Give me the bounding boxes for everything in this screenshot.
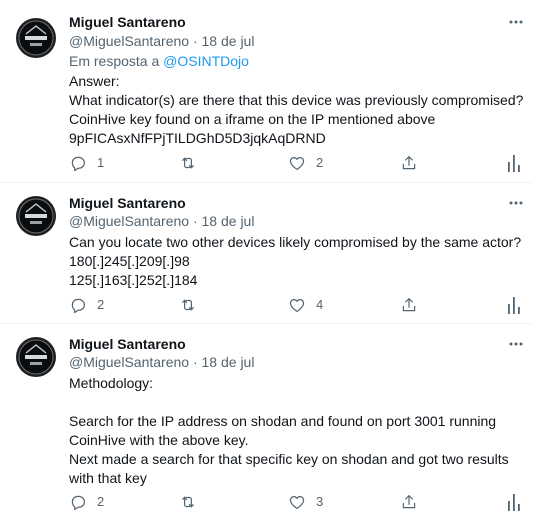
tweet-text-line: Answer: bbox=[69, 73, 120, 89]
heart-icon bbox=[289, 299, 305, 312]
retweet-button[interactable] bbox=[179, 154, 207, 172]
analytics-icon bbox=[508, 155, 520, 172]
tweet[interactable]: Miguel Santareno @MiguelSantareno · 18 d… bbox=[0, 0, 533, 182]
retweet-button[interactable] bbox=[179, 296, 207, 314]
avatar-logo-icon bbox=[16, 196, 56, 236]
avatar-logo-icon bbox=[16, 337, 56, 377]
reply-count: 2 bbox=[97, 297, 105, 312]
share-icon bbox=[402, 156, 416, 170]
heart-icon bbox=[289, 157, 305, 170]
like-count: 4 bbox=[316, 297, 324, 312]
analytics-icon bbox=[508, 494, 520, 511]
reply-button[interactable]: 1 bbox=[69, 154, 104, 172]
retweet-icon bbox=[182, 299, 194, 311]
tweet-text-line: 9pFICAsxNfFPjTILDGhD5D3jqkAqDRND bbox=[69, 130, 326, 146]
meta-separator: · bbox=[192, 354, 198, 370]
more-options-button[interactable] bbox=[506, 195, 526, 211]
reply-count: 1 bbox=[97, 155, 105, 170]
reply-mention-link[interactable]: @OSINTDojo bbox=[163, 53, 249, 69]
reply-bubble-icon bbox=[71, 156, 85, 172]
more-options-button[interactable] bbox=[506, 336, 526, 352]
more-options-button[interactable] bbox=[506, 14, 526, 30]
tweet-meta: @MiguelSantareno · 18 de jul bbox=[69, 353, 254, 371]
tweet-text-line: 125[.]163[.]252[.]184 bbox=[69, 272, 198, 288]
tweet-text-line: Methodology: bbox=[69, 375, 154, 391]
tweet-text-line: Can you locate two other devices likely … bbox=[69, 234, 522, 250]
reply-bubble-icon bbox=[71, 298, 85, 314]
tweet-text: Answer: What indicator(s) are there that… bbox=[69, 72, 524, 148]
tweet-text-line: Search for the IP address on shodan and … bbox=[69, 413, 497, 429]
avatar[interactable] bbox=[16, 337, 56, 377]
author-name[interactable]: Miguel Santareno bbox=[69, 194, 186, 212]
analytics-icon bbox=[508, 297, 520, 314]
analytics-button[interactable] bbox=[507, 296, 521, 314]
tweet-text: Methodology: Search for the IP address o… bbox=[69, 374, 519, 488]
analytics-button[interactable] bbox=[507, 154, 521, 172]
avatar[interactable] bbox=[16, 196, 56, 236]
retweet-button[interactable] bbox=[179, 493, 207, 511]
tweet-text-line: CoinHive with the above key. bbox=[69, 432, 249, 448]
tweet-meta: @MiguelSantareno · 18 de jul bbox=[69, 32, 254, 50]
more-dots-icon bbox=[509, 342, 523, 346]
reply-bubble-icon bbox=[71, 495, 85, 511]
like-count: 3 bbox=[316, 494, 324, 509]
reply-prefix: Em resposta a bbox=[69, 53, 160, 69]
like-button[interactable]: 3 bbox=[288, 493, 323, 511]
analytics-button[interactable] bbox=[507, 493, 521, 511]
tweet-text-line: with that key bbox=[69, 470, 147, 486]
tweet[interactable]: Miguel Santareno @MiguelSantareno · 18 d… bbox=[0, 324, 533, 518]
tweet-date[interactable]: 18 de jul bbox=[202, 33, 255, 49]
reply-button[interactable]: 2 bbox=[69, 296, 104, 314]
share-icon bbox=[402, 298, 416, 312]
tweet-text-line: What indicator(s) are there that this de… bbox=[69, 92, 524, 108]
meta-separator: · bbox=[192, 213, 198, 229]
reply-count: 2 bbox=[97, 494, 105, 509]
like-button[interactable]: 2 bbox=[288, 154, 323, 172]
like-count: 2 bbox=[316, 155, 324, 170]
like-button[interactable]: 4 bbox=[288, 296, 323, 314]
share-button[interactable] bbox=[400, 296, 418, 314]
heart-icon bbox=[289, 496, 305, 509]
tweet[interactable]: Miguel Santareno @MiguelSantareno · 18 d… bbox=[0, 183, 533, 323]
avatar[interactable] bbox=[16, 18, 56, 58]
reply-button[interactable]: 2 bbox=[69, 493, 104, 511]
more-dots-icon bbox=[509, 20, 523, 24]
share-icon bbox=[402, 495, 416, 509]
tweet-text-line: CoinHive key found on a iframe on the IP… bbox=[69, 111, 436, 127]
more-dots-icon bbox=[509, 201, 523, 205]
author-handle[interactable]: @MiguelSantareno bbox=[69, 33, 189, 49]
tweet-text-line bbox=[69, 393, 519, 412]
tweet-date[interactable]: 18 de jul bbox=[202, 354, 255, 370]
avatar-logo-icon bbox=[16, 18, 56, 58]
tweet-text-line: Next made a search for that specific key… bbox=[69, 451, 509, 467]
tweet-text-line: 180[.]245[.]209[.]98 bbox=[69, 253, 190, 269]
author-handle[interactable]: @MiguelSantareno bbox=[69, 213, 189, 229]
tweet-text: Can you locate two other devices likely … bbox=[69, 233, 522, 290]
author-name[interactable]: Miguel Santareno bbox=[69, 13, 186, 31]
tweet-date[interactable]: 18 de jul bbox=[202, 213, 255, 229]
reply-context: Em resposta a @OSINTDojo bbox=[69, 52, 249, 70]
retweet-icon bbox=[182, 157, 194, 169]
author-handle[interactable]: @MiguelSantareno bbox=[69, 354, 189, 370]
meta-separator: · bbox=[192, 33, 198, 49]
author-name[interactable]: Miguel Santareno bbox=[69, 335, 186, 353]
retweet-icon bbox=[182, 496, 194, 508]
share-button[interactable] bbox=[400, 154, 418, 172]
tweet-meta: @MiguelSantareno · 18 de jul bbox=[69, 212, 254, 230]
share-button[interactable] bbox=[400, 493, 418, 511]
